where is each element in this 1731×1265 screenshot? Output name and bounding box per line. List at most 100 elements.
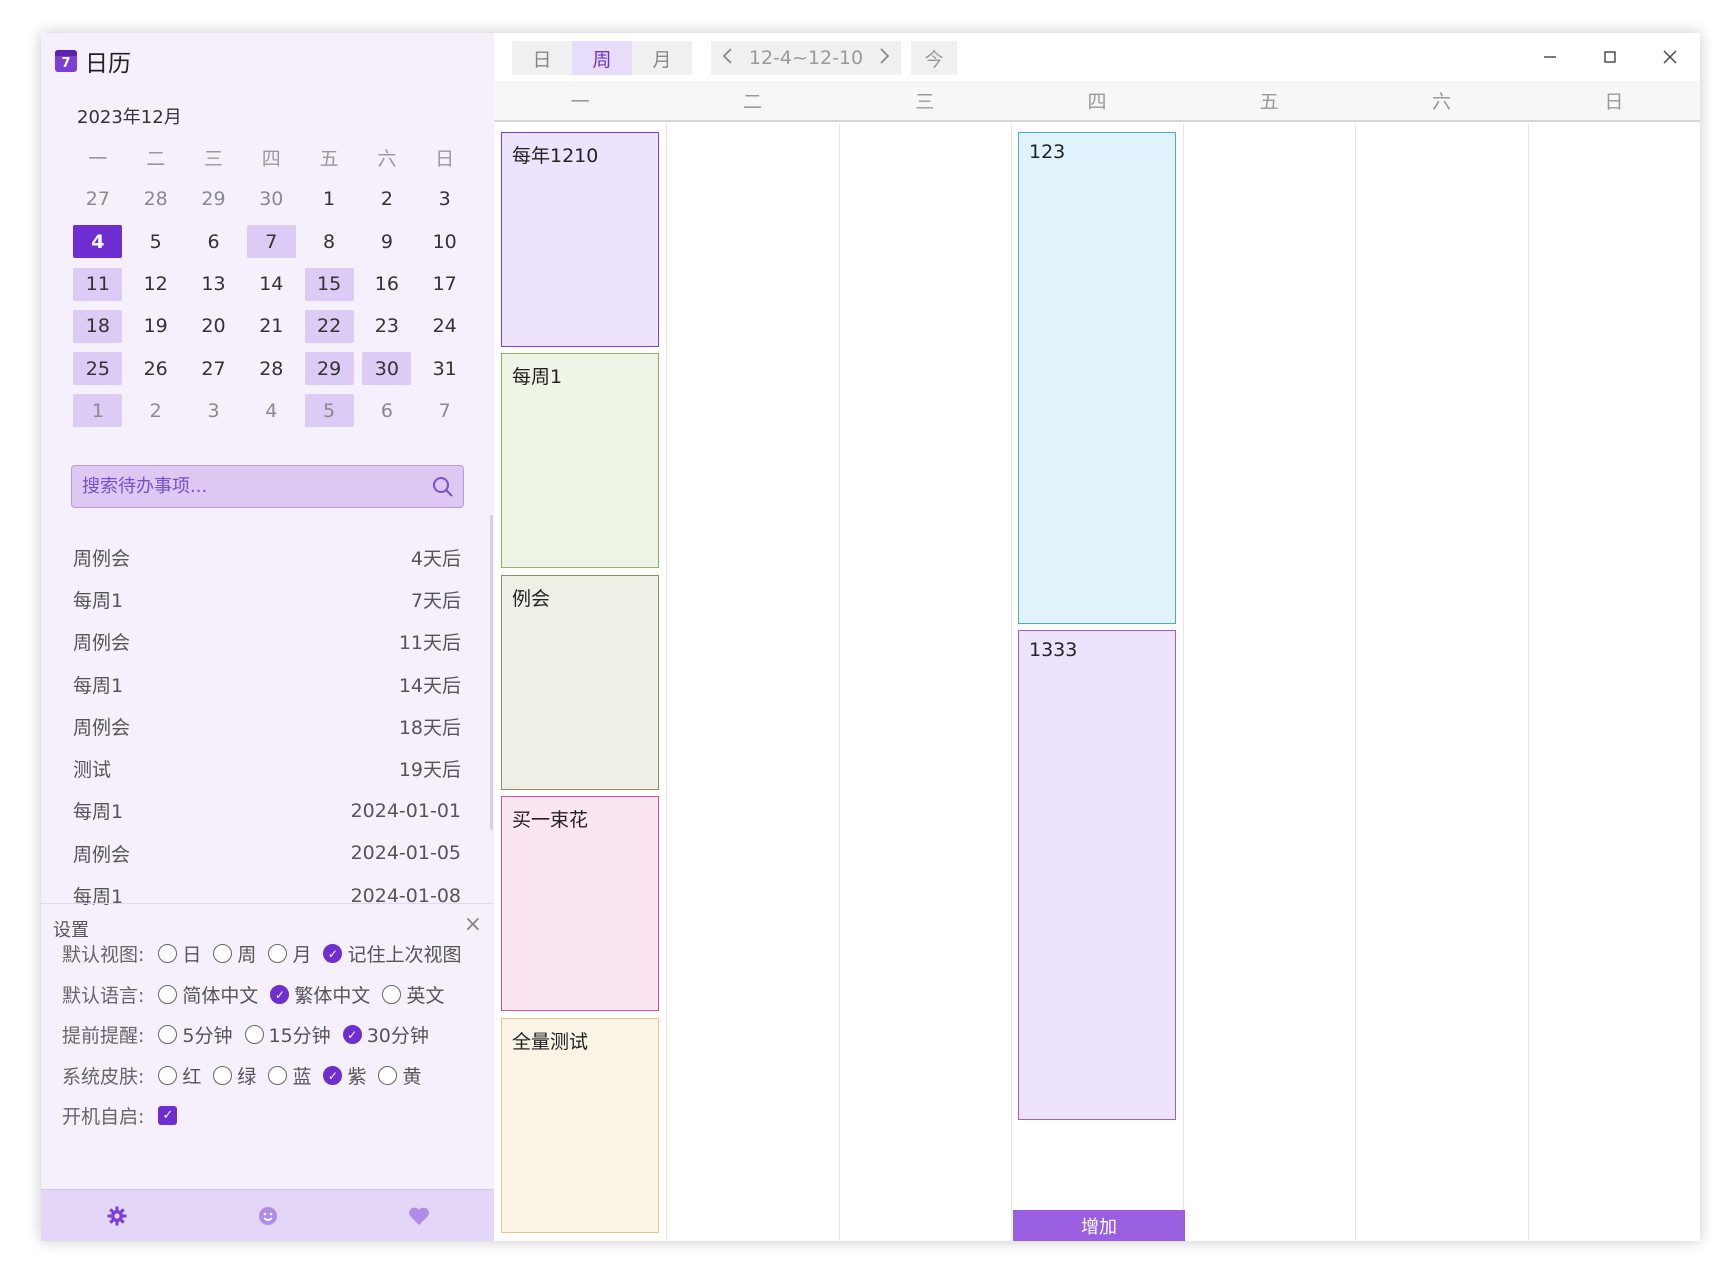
mini-calendar-day[interactable]: 26 [127, 347, 185, 389]
mini-calendar-day[interactable]: 25 [69, 347, 127, 389]
settings-close-icon[interactable]: × [464, 912, 482, 937]
mini-calendar-day-today[interactable]: 4 [69, 221, 127, 263]
settings-radio-option[interactable]: ✓ 记住上次视图 [323, 940, 461, 967]
settings-radio-option[interactable]: 周 [213, 940, 256, 967]
search-icon[interactable] [423, 467, 463, 507]
settings-radio-option[interactable]: 绿 [213, 1062, 256, 1089]
settings-radio-option[interactable]: ✓ 紫 [323, 1062, 366, 1089]
mini-calendar-day[interactable]: 11 [69, 263, 127, 305]
mini-calendar-day[interactable]: 6 [358, 390, 416, 432]
mini-calendar-day[interactable]: 1 [300, 178, 358, 220]
event-card[interactable]: 123 [1018, 132, 1176, 624]
mini-calendar-day[interactable]: 20 [185, 305, 243, 347]
mini-calendar-day[interactable]: 9 [358, 221, 416, 263]
mini-calendar-day[interactable]: 27 [185, 347, 243, 389]
settings-radio-option[interactable]: 日 [158, 940, 201, 967]
event-card[interactable]: 每周1 [501, 353, 659, 568]
todo-item[interactable]: 每周1 14天后 [67, 663, 467, 705]
radio-unchecked-icon[interactable] [268, 944, 288, 963]
settings-radio-option[interactable]: 红 [158, 1062, 201, 1089]
radio-checked-icon[interactable]: ✓ [323, 1066, 343, 1085]
todo-item[interactable]: 周例会 11天后 [67, 621, 467, 663]
mini-calendar-day[interactable]: 2 [127, 390, 185, 432]
settings-radio-option[interactable]: ✓ 30分钟 [342, 1021, 429, 1048]
mini-calendar-day[interactable]: 5 [300, 390, 358, 432]
radio-unchecked-icon[interactable] [158, 944, 178, 963]
radio-unchecked-icon[interactable] [268, 1066, 288, 1085]
mini-calendar-day[interactable]: 30 [242, 178, 300, 220]
mini-calendar-day[interactable]: 30 [358, 347, 416, 389]
settings-radio-option[interactable]: 英文 [382, 981, 444, 1008]
todo-item[interactable]: 周例会 4天后 [67, 536, 467, 578]
mini-calendar-day[interactable]: 13 [185, 263, 243, 305]
radio-checked-icon[interactable]: ✓ [323, 944, 343, 963]
mini-calendar-day[interactable]: 28 [127, 178, 185, 220]
week-grid[interactable]: 每年1210 每周1 例会 买一束花 全量测试 123 1333 [494, 124, 1700, 1241]
settings-radio-option[interactable]: 月 [268, 940, 311, 967]
mini-calendar-day[interactable]: 15 [300, 263, 358, 305]
mini-calendar-day[interactable]: 19 [127, 305, 185, 347]
mini-calendar-day[interactable]: 22 [300, 305, 358, 347]
autostart-checkbox[interactable]: ✓ [158, 1106, 178, 1125]
radio-unchecked-icon[interactable] [213, 944, 233, 963]
radio-checked-icon[interactable]: ✓ [270, 985, 290, 1004]
radio-unchecked-icon[interactable] [158, 985, 178, 1004]
mini-calendar-day[interactable]: 3 [416, 178, 474, 220]
radio-unchecked-icon[interactable] [158, 1066, 178, 1085]
search-box[interactable] [71, 465, 464, 508]
radio-unchecked-icon[interactable] [382, 985, 402, 1004]
mini-calendar-day[interactable]: 24 [416, 305, 474, 347]
mini-calendar-day[interactable]: 29 [300, 347, 358, 389]
settings-radio-option[interactable]: ✓ 繁体中文 [270, 981, 370, 1008]
next-week-chevron-right-icon[interactable] [879, 47, 891, 70]
view-month-button[interactable]: 月 [632, 41, 692, 75]
settings-radio-option[interactable]: 蓝 [268, 1062, 311, 1089]
add-event-button[interactable]: 增加 [1013, 1210, 1185, 1241]
event-card[interactable]: 1333 [1018, 630, 1176, 1120]
mini-calendar-day[interactable]: 4 [242, 390, 300, 432]
radio-checked-icon[interactable]: ✓ [342, 1025, 362, 1044]
gear-icon[interactable] [87, 1206, 147, 1226]
radio-unchecked-icon[interactable] [213, 1066, 233, 1085]
mini-calendar-day[interactable]: 8 [300, 221, 358, 263]
mini-calendar-day[interactable]: 12 [127, 263, 185, 305]
settings-radio-option[interactable]: 黄 [378, 1062, 421, 1089]
mini-calendar-day[interactable]: 5 [127, 221, 185, 263]
mini-calendar-day[interactable]: 3 [185, 390, 243, 432]
radio-unchecked-icon[interactable] [378, 1066, 398, 1085]
mini-calendar-day[interactable]: 14 [242, 263, 300, 305]
settings-radio-option[interactable]: 简体中文 [158, 981, 258, 1008]
mini-calendar-day[interactable]: 27 [69, 178, 127, 220]
maximize-icon[interactable] [1580, 33, 1640, 81]
mini-calendar-day[interactable]: 18 [69, 305, 127, 347]
mini-calendar-day[interactable]: 28 [242, 347, 300, 389]
view-week-button[interactable]: 周 [572, 41, 632, 75]
view-day-button[interactable]: 日 [512, 41, 572, 75]
mini-calendar-day[interactable]: 10 [416, 221, 474, 263]
heart-icon[interactable] [389, 1206, 449, 1226]
todo-item[interactable]: 测试 19天后 [67, 747, 467, 789]
todo-item[interactable]: 周例会 18天后 [67, 705, 467, 747]
settings-radio-option[interactable]: 5分钟 [158, 1021, 233, 1048]
radio-unchecked-icon[interactable] [158, 1025, 178, 1044]
settings-radio-option[interactable]: 15分钟 [244, 1021, 331, 1048]
todo-item[interactable]: 周例会 2024-01-05 [67, 832, 467, 874]
minimize-icon[interactable] [1520, 33, 1580, 81]
mini-calendar-day[interactable]: 1 [69, 390, 127, 432]
mini-calendar-day[interactable]: 6 [185, 221, 243, 263]
mini-calendar-day[interactable]: 7 [242, 221, 300, 263]
mini-calendar-day[interactable]: 17 [416, 263, 474, 305]
mini-calendar-day[interactable]: 2 [358, 178, 416, 220]
search-input[interactable] [82, 476, 423, 497]
event-card[interactable]: 全量测试 [501, 1018, 659, 1233]
today-button[interactable]: 今 [911, 41, 957, 75]
mini-calendar-day[interactable]: 16 [358, 263, 416, 305]
event-card[interactable]: 例会 [501, 575, 659, 790]
event-card[interactable]: 买一束花 [501, 796, 659, 1011]
mini-calendar-day[interactable]: 23 [358, 305, 416, 347]
mini-calendar-day[interactable]: 31 [416, 347, 474, 389]
mini-calendar-day[interactable]: 29 [185, 178, 243, 220]
radio-unchecked-icon[interactable] [244, 1025, 264, 1044]
event-card[interactable]: 每年1210 [501, 132, 659, 347]
todo-item[interactable]: 每周1 7天后 [67, 578, 467, 620]
